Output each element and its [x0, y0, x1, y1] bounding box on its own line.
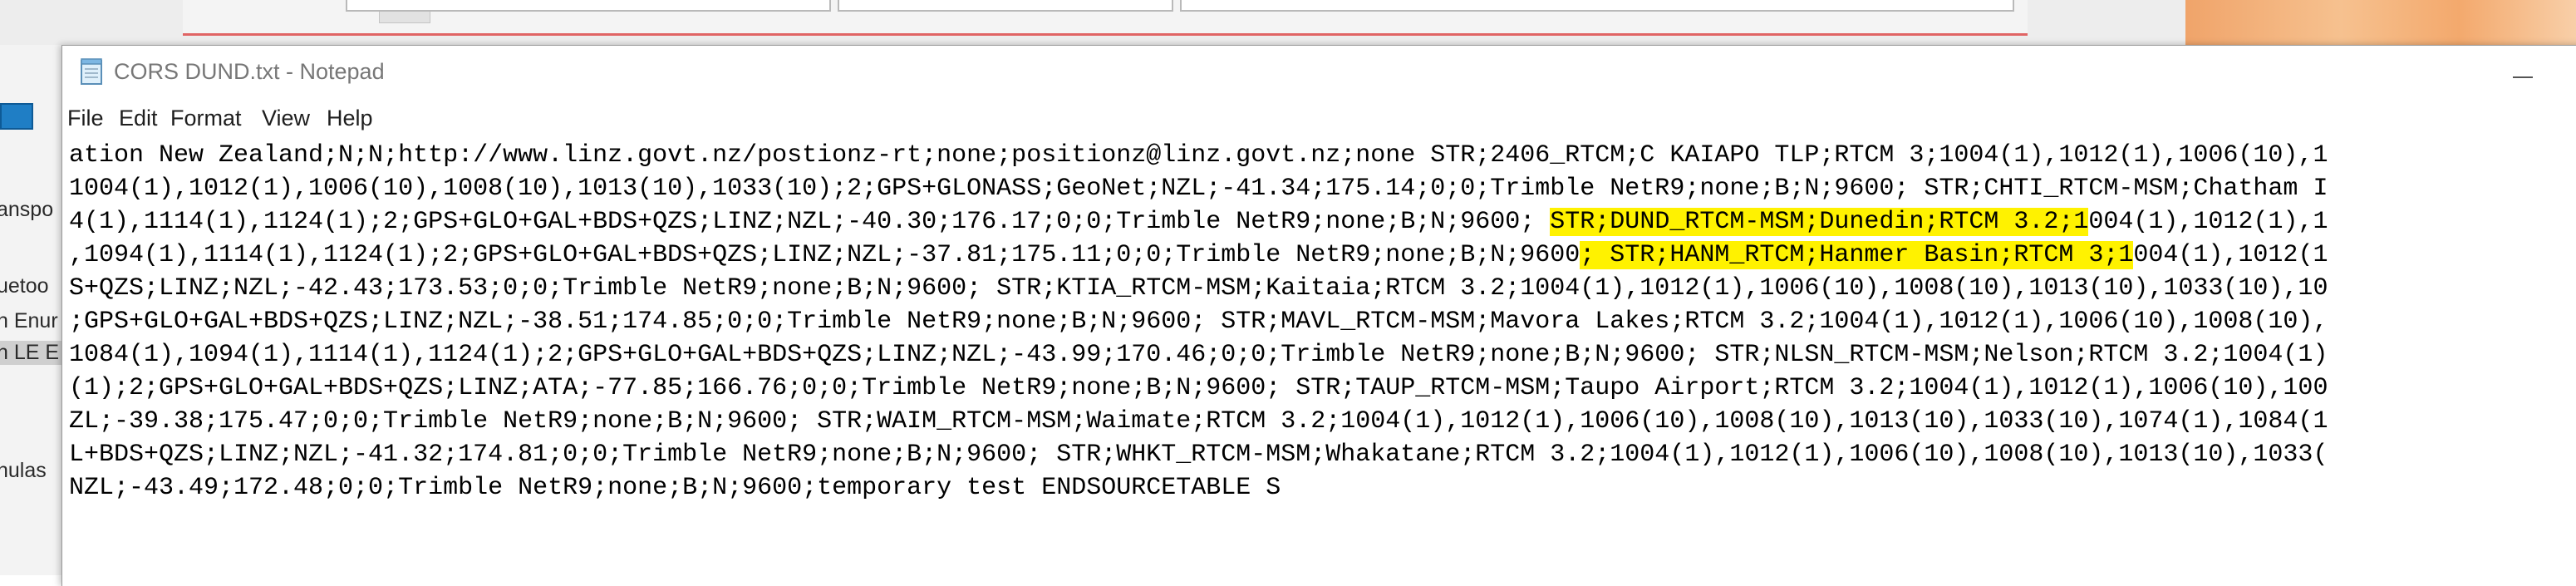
text-segment: (1);2;GPS+GLO+GAL+BDS+QZS;LINZ;ATA;-77.8… — [69, 374, 2328, 402]
text-line[interactable]: 4(1),1114(1),1124(1);2;GPS+GLO+GAL+BDS+Q… — [69, 205, 2328, 239]
background-panel-item[interactable]: anspo — [0, 198, 66, 222]
text-segment: 004(1),1012(1 — [2133, 241, 2328, 269]
text-segment: S+QZS;LINZ;NZL;-42.43;173.53;0;0;Trimble… — [69, 274, 2328, 303]
background-filter-input[interactable] — [838, 0, 1173, 12]
text-line[interactable]: NZL;-43.49;172.48;0;0;Trimble NetR9;none… — [69, 471, 1281, 505]
text-segment: ation New Zealand;N;N;http://www.linz.go… — [69, 141, 2328, 170]
text-segment: ,1094(1),1114(1),1124(1);2;GPS+GLO+GAL+B… — [69, 241, 1581, 269]
text-segment: 004(1),1012(1),1 — [2088, 208, 2328, 236]
highlighted-text: STR;DUND_RTCM-MSM;Dunedin;RTCM 3.2;1 — [1550, 208, 2089, 236]
text-line[interactable]: 1084(1),1094(1),1114(1),1124(1);2;GPS+GL… — [69, 338, 2328, 372]
menu-edit[interactable]: Edit — [119, 106, 158, 131]
menu-file[interactable]: File — [67, 106, 104, 131]
menu-format[interactable]: Format — [170, 106, 242, 131]
text-segment: NZL;-43.49;172.48;0;0;Trimble NetR9;none… — [69, 474, 1281, 502]
background-search-input[interactable] — [346, 0, 831, 12]
notepad-icon — [79, 57, 104, 86]
background-left-panel: anspo uetoo h Enur h LE E nulas — [0, 45, 71, 575]
background-panel-item[interactable]: h Enur — [0, 309, 66, 333]
background-panel-item[interactable]: nulas — [0, 459, 66, 483]
text-line[interactable]: ation New Zealand;N;N;http://www.linz.go… — [69, 139, 2328, 172]
text-line[interactable]: S+QZS;LINZ;NZL;-42.43;173.53;0;0;Trimble… — [69, 272, 2328, 305]
text-segment: 1004(1),1012(1),1006(10),1008(10),1013(1… — [69, 175, 2328, 203]
background-panel-item[interactable]: uetoo — [0, 274, 66, 298]
window-title: CORS DUND.txt - Notepad — [114, 59, 385, 84]
text-line[interactable]: L+BDS+QZS;LINZ;NZL;-41.32;174.81;0;0;Tri… — [69, 438, 2328, 471]
text-line[interactable]: 1004(1),1012(1),1006(10),1008(10),1013(1… — [69, 172, 2328, 205]
text-segment: 1084(1),1094(1),1114(1),1124(1);2;GPS+GL… — [69, 341, 2328, 369]
background-filter-input-2[interactable] — [1180, 0, 2014, 12]
background-panel-item-selected[interactable]: h LE E — [0, 341, 66, 365]
text-line[interactable]: ZL;-39.38;175.47;0;0;Trimble NetR9;none;… — [69, 405, 2328, 438]
text-line[interactable]: ,1094(1),1114(1),1124(1);2;GPS+GLO+GAL+B… — [69, 239, 2328, 272]
menu-view[interactable]: View — [262, 106, 310, 131]
text-editor-area[interactable]: ation New Zealand;N;N;http://www.linz.go… — [69, 139, 2576, 586]
background-wallpaper-image — [2185, 0, 2576, 45]
minimize-button[interactable] — [2502, 52, 2545, 91]
menu-bar: File Edit Format View Help — [62, 101, 2576, 134]
notepad-window: CORS DUND.txt - Notepad File Edit Format… — [61, 45, 2576, 586]
notepad-titlebar[interactable]: CORS DUND.txt - Notepad — [62, 46, 2576, 99]
highlighted-text: ; STR;HANM_RTCM;Hanmer Basin;RTCM 3;1 — [1580, 241, 2134, 269]
text-segment: L+BDS+QZS;LINZ;NZL;-41.32;174.81;0;0;Tri… — [69, 441, 2328, 469]
menu-help[interactable]: Help — [327, 106, 373, 131]
background-search-bar: Search: — [183, 0, 2028, 36]
background-panel-icon — [0, 103, 33, 130]
text-segment: ;GPS+GLO+GAL+BDS+QZS;LINZ;NZL;-38.51;174… — [69, 308, 2328, 336]
text-line[interactable]: ;GPS+GLO+GAL+BDS+QZS;LINZ;NZL;-38.51;174… — [69, 305, 2328, 338]
text-line[interactable]: (1);2;GPS+GLO+GAL+BDS+QZS;LINZ;ATA;-77.8… — [69, 372, 2328, 405]
text-segment: 4(1),1114(1),1124(1);2;GPS+GLO+GAL+BDS+Q… — [69, 208, 1551, 236]
text-segment: ZL;-39.38;175.47;0;0;Trimble NetR9;none;… — [69, 407, 2328, 436]
